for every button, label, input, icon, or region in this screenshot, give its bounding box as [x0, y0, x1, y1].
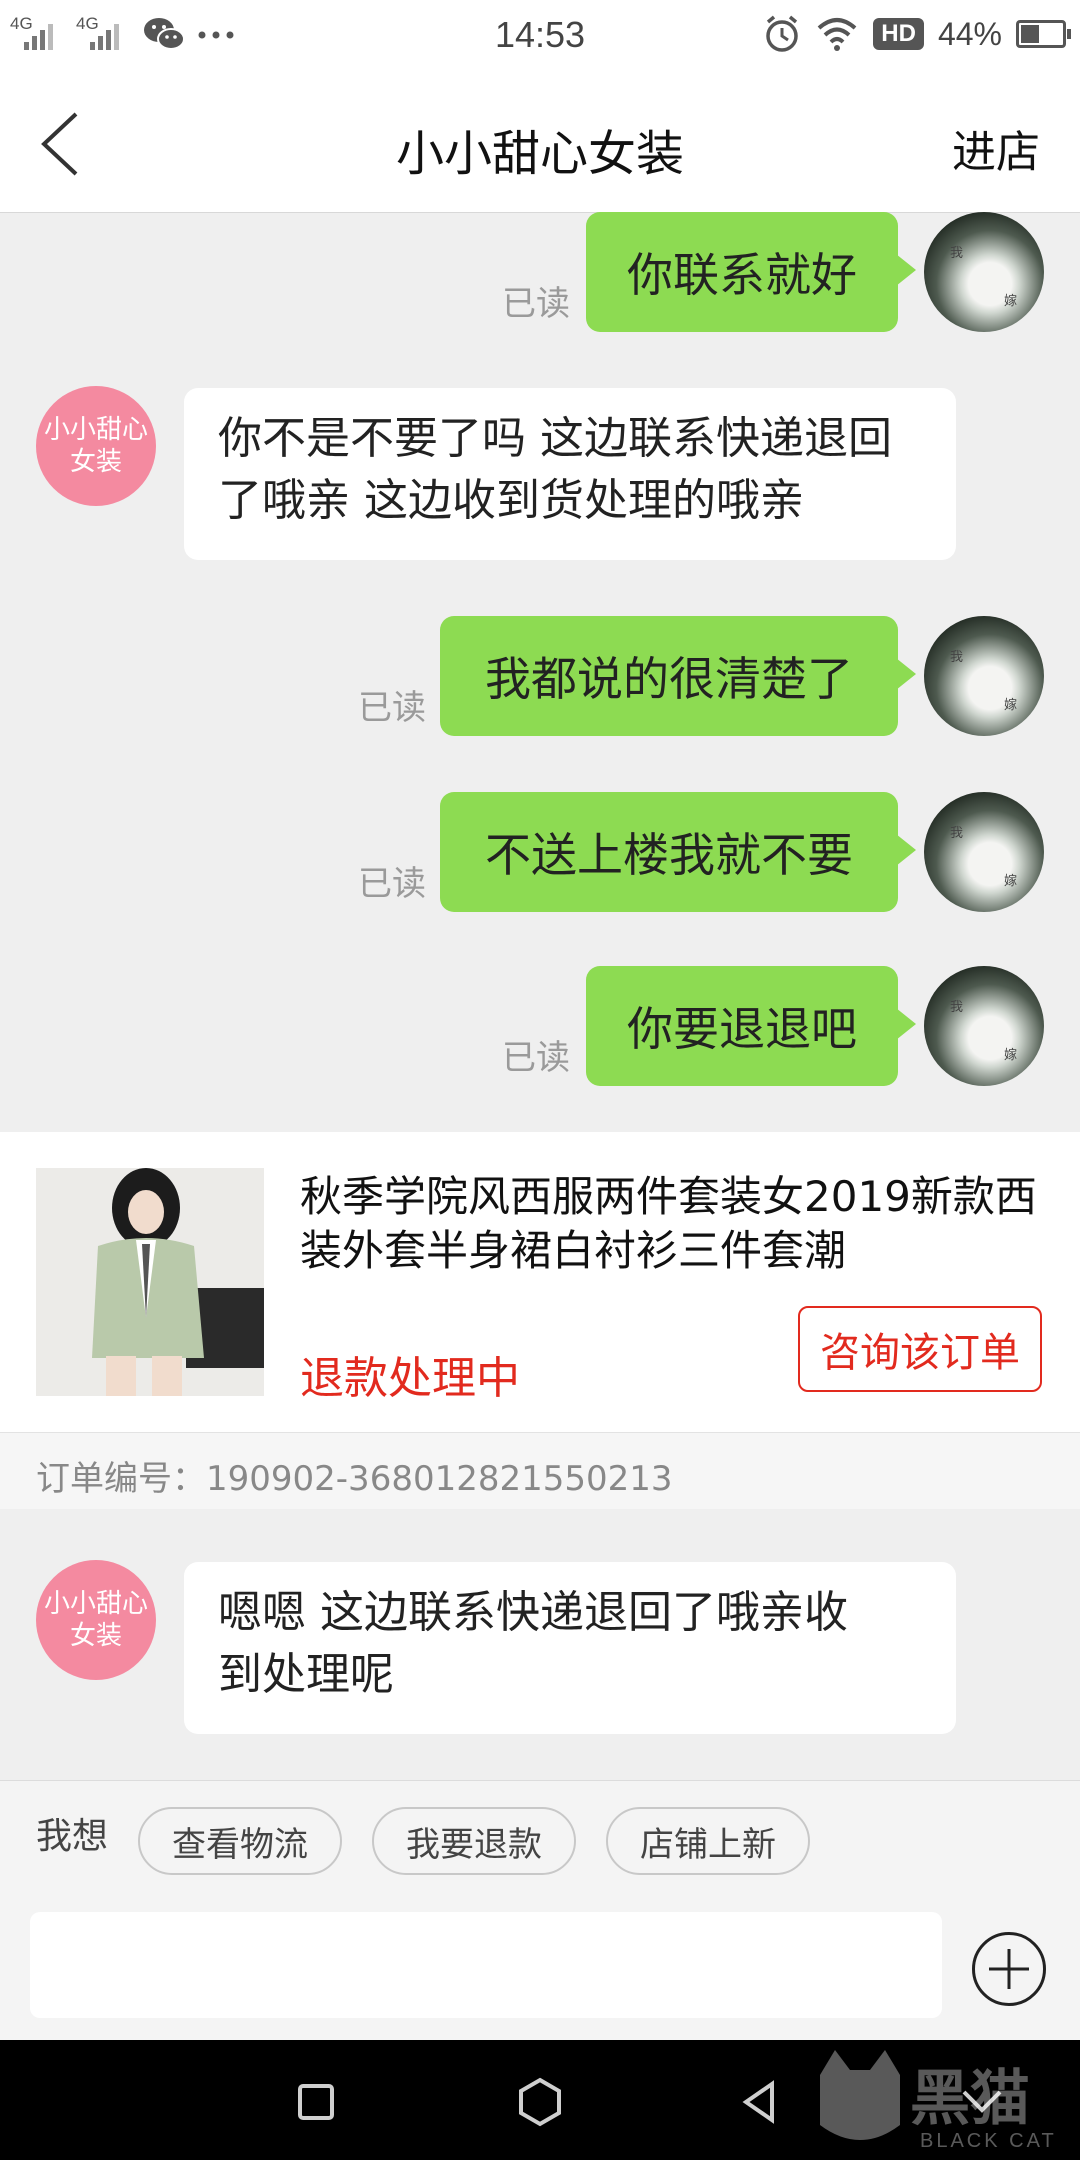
message-bubble-me[interactable]: 你要退退吧: [586, 966, 916, 1086]
chip-request-refund[interactable]: 我要退款: [372, 1807, 576, 1875]
home-icon[interactable]: [512, 2074, 568, 2130]
refund-status: 退款处理中: [300, 1353, 520, 1404]
shop-avatar[interactable]: 小小甜心 女装: [36, 1560, 156, 1680]
watermark: 黑猫 BLACK CAT: [810, 2040, 1080, 2160]
message-bubble-me[interactable]: 我都说的很清楚了: [440, 616, 916, 736]
message-input[interactable]: [30, 1912, 942, 2018]
page-title: 小小甜心女装: [395, 126, 684, 182]
product-photo: [36, 1168, 264, 1396]
recent-apps-icon[interactable]: [288, 2074, 344, 2130]
watermark-logo-text: 黑猫: [910, 2064, 1030, 2134]
message-bubble-shop[interactable]: 嗯嗯 这边联系快递退回了哦亲收到处理呢: [184, 1562, 956, 1734]
chip-view-logistics[interactable]: 查看物流: [138, 1807, 342, 1875]
read-status: 已读: [358, 864, 426, 904]
read-status: 已读: [502, 284, 570, 324]
shop-avatar[interactable]: 小小甜心 女装: [36, 386, 156, 506]
shop-avatar-text: 小小甜心 女装: [43, 415, 148, 477]
message-bubble-me[interactable]: 不送上楼我就不要: [440, 792, 916, 912]
order-number-bar: 订单编号：190902-368012821550213: [0, 1432, 1080, 1509]
read-status: 已读: [358, 688, 426, 728]
product-title[interactable]: 秋季学院风西服两件套装女2019新款西装外套半身裙白衬衫三件套潮: [300, 1170, 1040, 1278]
chip-shop-new[interactable]: 店铺上新: [606, 1807, 810, 1875]
product-image[interactable]: [36, 1168, 264, 1396]
order-card[interactable]: 秋季学院风西服两件套装女2019新款西装外套半身裙白衬衫三件套潮 退款处理中 咨…: [0, 1132, 1080, 1432]
back-nav-icon[interactable]: [732, 2074, 788, 2130]
input-area: [0, 1880, 1080, 2040]
chat-header: 小小甜心女装 进店: [0, 76, 1080, 213]
plus-icon[interactable]: [972, 1932, 1046, 2006]
enter-shop-button[interactable]: 进店: [952, 116, 1040, 180]
status-bar: 4G 4G 14:53 HD 44%: [0, 0, 1080, 76]
battery-icon: [1016, 20, 1071, 48]
wifi-icon: [817, 18, 857, 51]
quick-actions-bar: 我想 查看物流 我要退款 店铺上新: [0, 1780, 1080, 1881]
my-avatar[interactable]: 我嫁: [924, 616, 1044, 736]
battery-fill: [1021, 25, 1039, 43]
my-avatar[interactable]: 我嫁: [924, 792, 1044, 912]
quick-actions-label: 我想: [36, 1816, 109, 1857]
alarm-icon: [766, 15, 799, 52]
status-right: HD 44%: [763, 14, 1071, 54]
battery-percent: 44%: [937, 15, 1002, 52]
message-bubble-me[interactable]: 你联系就好: [586, 212, 916, 332]
order-number: 订单编号：190902-368012821550213: [36, 1459, 673, 1499]
my-avatar[interactable]: 我嫁: [924, 212, 1044, 332]
hd-badge: HD: [873, 18, 924, 50]
shop-avatar-text: 小小甜心 女装: [43, 1589, 148, 1651]
my-avatar[interactable]: 我嫁: [924, 966, 1044, 1086]
consult-order-button[interactable]: 咨询该订单: [798, 1306, 1042, 1392]
read-status: 已读: [502, 1038, 570, 1078]
black-cat-logo-icon: [820, 2050, 900, 2140]
watermark-sub-text: BLACK CAT: [920, 2130, 1057, 2152]
message-bubble-shop[interactable]: 你不是不要了吗 这边联系快递退回了哦亲 这边收到货处理的哦亲: [184, 388, 956, 560]
